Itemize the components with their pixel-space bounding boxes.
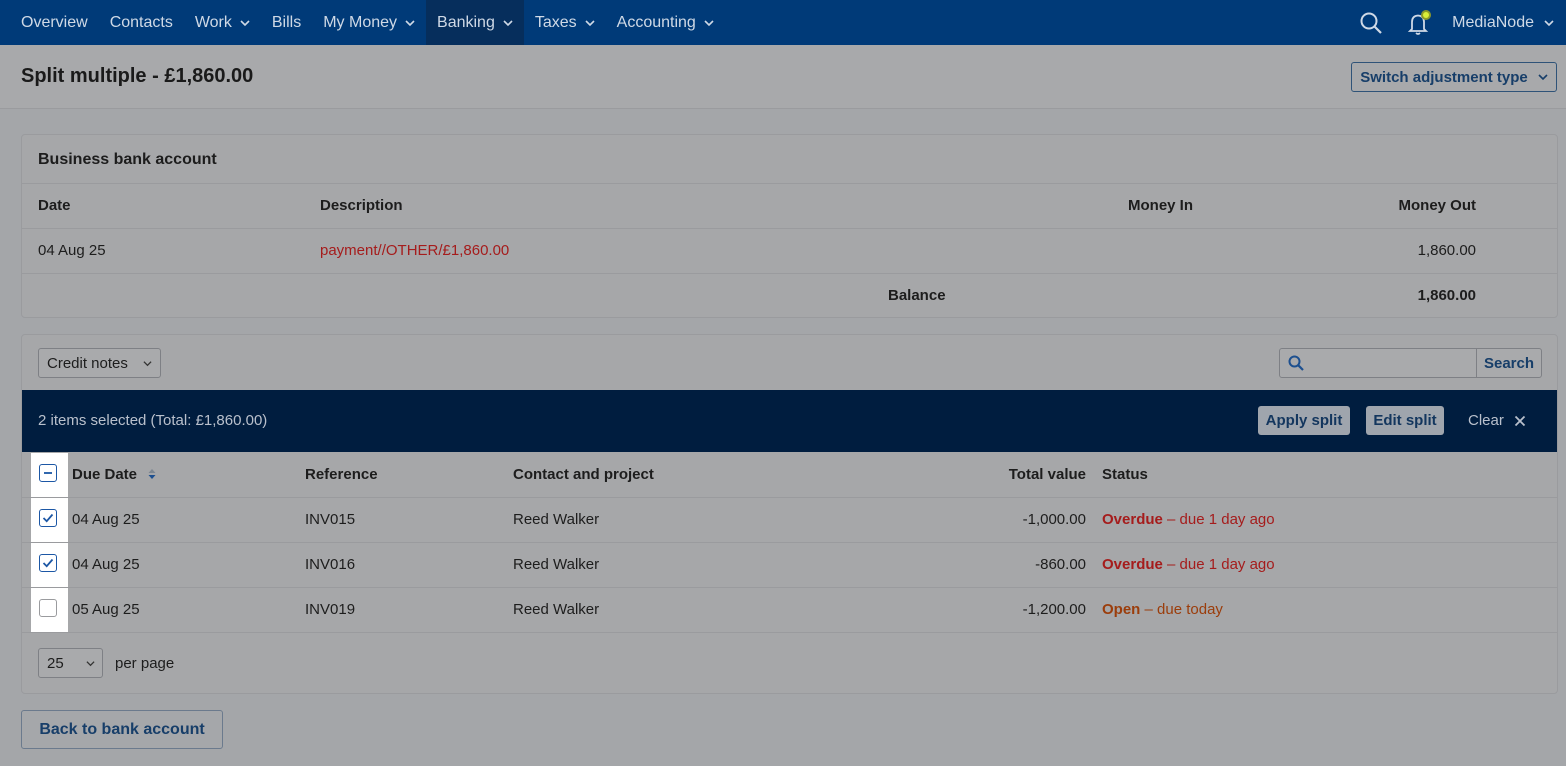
page-header: Split multiple - £1,860.00 Switch adjust… — [0, 45, 1566, 109]
checkbox-column — [31, 453, 68, 633]
transaction-money-out: 1,860.00 — [1417, 242, 1476, 259]
row-total-value: -1,000.00 — [1022, 511, 1086, 528]
check-icon — [42, 558, 54, 568]
close-icon — [1514, 415, 1525, 426]
divider — [22, 542, 1557, 543]
search-box: Search — [1279, 348, 1542, 378]
row-reference: INV015 — [305, 511, 356, 528]
clear-selection-button[interactable]: Clear — [1468, 412, 1526, 429]
chevron-down-icon — [240, 19, 250, 26]
nav-taxes[interactable]: Taxes — [524, 0, 606, 45]
nav-overview[interactable]: Overview — [0, 0, 99, 45]
nav-bills[interactable]: Bills — [261, 0, 312, 45]
row-due-date: 05 Aug 25 — [72, 601, 140, 618]
minus-icon — [44, 472, 52, 474]
search-input[interactable] — [1280, 349, 1476, 377]
search-button[interactable]: Search — [1476, 349, 1541, 377]
row-checkbox-3[interactable] — [39, 599, 57, 617]
chevron-down-icon — [503, 19, 513, 26]
row-reference: INV019 — [305, 601, 356, 618]
column-contact: Contact and project — [513, 466, 654, 483]
divider — [22, 632, 1557, 633]
transaction-description-link[interactable]: payment//OTHER/£1,860.00 — [320, 242, 509, 259]
bank-account-panel: Business bank account Date Description M… — [21, 134, 1558, 318]
row-checkbox-1[interactable] — [39, 509, 57, 527]
row-contact: Reed Walker — [513, 511, 600, 528]
sort-icon — [148, 469, 156, 479]
chevron-down-icon — [1544, 19, 1554, 26]
chevron-down-icon — [585, 19, 595, 26]
chevron-down-icon — [1538, 74, 1548, 81]
column-money-out: Money Out — [1398, 197, 1477, 214]
chevron-down-icon — [86, 661, 95, 667]
edit-split-button[interactable]: Edit split — [1366, 406, 1444, 435]
per-page-label: per page — [115, 655, 175, 672]
bell-icon[interactable] — [1404, 8, 1434, 38]
balance-label: Balance — [888, 287, 946, 304]
nav-right: MediaNode — [1356, 0, 1566, 45]
nav-contacts[interactable]: Contacts — [99, 0, 184, 45]
nav-accounting[interactable]: Accounting — [606, 0, 725, 45]
row-total-value: -860.00 — [1035, 556, 1086, 573]
nav-my-money[interactable]: My Money — [312, 0, 426, 45]
column-description: Description — [320, 197, 403, 214]
status-badge: Open – due today — [1102, 601, 1223, 618]
row-contact: Reed Walker — [513, 556, 600, 573]
transaction-date: 04 Aug 25 — [38, 242, 106, 259]
divider — [22, 228, 1557, 229]
check-icon — [42, 513, 54, 523]
per-page-select[interactable]: 25 — [38, 648, 103, 678]
chevron-down-icon — [405, 19, 415, 26]
back-to-bank-account-button[interactable]: Back to bank account — [21, 710, 223, 749]
apply-split-button[interactable]: Apply split — [1258, 406, 1350, 435]
search-icon — [1288, 355, 1304, 371]
items-panel: Credit notes Search 2 items selected (To… — [21, 334, 1558, 694]
row-contact: Reed Walker — [513, 601, 600, 618]
chevron-down-icon — [704, 19, 714, 26]
column-due-date[interactable]: Due Date — [72, 466, 157, 483]
status-badge: Overdue – due 1 day ago — [1102, 511, 1275, 528]
row-due-date: 04 Aug 25 — [72, 511, 140, 528]
divider — [22, 273, 1557, 274]
column-reference: Reference — [305, 466, 378, 483]
select-all-checkbox[interactable] — [39, 464, 57, 482]
divider — [22, 183, 1557, 184]
row-due-date: 04 Aug 25 — [72, 556, 140, 573]
switch-adjustment-type-button[interactable]: Switch adjustment type — [1351, 62, 1557, 92]
selection-summary: 2 items selected (Total: £1,860.00) — [38, 412, 268, 429]
column-total-value: Total value — [1008, 466, 1086, 483]
nav-work[interactable]: Work — [184, 0, 261, 45]
account-menu[interactable]: MediaNode — [1452, 14, 1566, 32]
selection-bar: 2 items selected (Total: £1,860.00) Appl… — [22, 390, 1557, 452]
top-navigation: Overview Contacts Work Bills My Money Ba… — [0, 0, 1566, 45]
status-badge: Overdue – due 1 day ago — [1102, 556, 1275, 573]
column-date: Date — [38, 197, 71, 214]
row-reference: INV016 — [305, 556, 356, 573]
panel-title: Business bank account — [38, 151, 217, 168]
chevron-down-icon — [143, 361, 152, 367]
nav-banking[interactable]: Banking — [426, 0, 524, 45]
item-type-select[interactable]: Credit notes — [38, 348, 161, 378]
divider — [22, 497, 1557, 498]
row-checkbox-2[interactable] — [39, 554, 57, 572]
column-money-in: Money In — [1128, 197, 1194, 214]
page-title: Split multiple - £1,860.00 — [21, 65, 254, 87]
row-total-value: -1,200.00 — [1022, 601, 1086, 618]
search-icon[interactable] — [1356, 8, 1386, 38]
divider — [22, 587, 1557, 588]
balance-value: 1,860.00 — [1417, 287, 1476, 304]
column-status: Status — [1102, 466, 1148, 483]
